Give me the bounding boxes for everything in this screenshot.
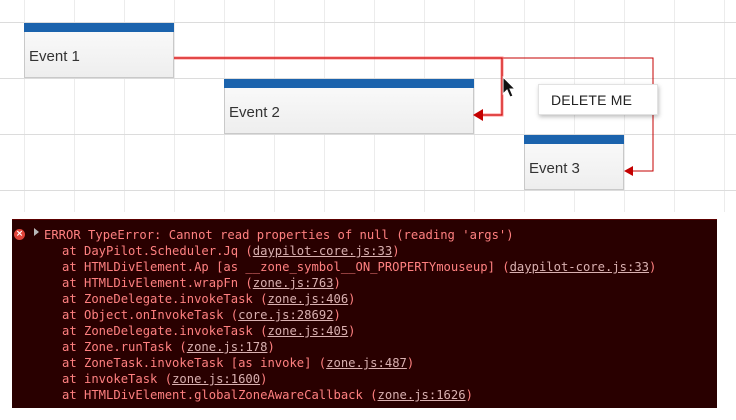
stack-frame-text: at invokeTask ( [62,372,173,386]
console-error-panel: × ERROR TypeError: Cannot read propertie… [12,219,717,408]
stack-frame-source-link[interactable]: zone.js:406 [267,292,348,306]
stack-frame: at Object.onInvokeTask (core.js:28692) [62,307,341,323]
stack-frame-text: at Zone.runTask ( [62,340,187,354]
mouse-pointer-icon [502,76,517,98]
stack-frame-text: ) [348,324,356,338]
grid-column-line [674,0,675,212]
stack-frame-text: ) [260,372,268,386]
event-label: Event 2 [229,104,280,121]
event-duration-bar [24,23,174,32]
stack-frame: at DayPilot.Scheduler.Jq (daypilot-core.… [62,243,400,259]
stack-frame-text: at HTMLDivElement.Ap [as __zone_symbol__… [62,260,510,274]
stack-frame-text: ) [649,260,657,274]
grid-row-line [0,134,736,135]
stack-frame-text: ) [392,244,400,258]
stack-frame-source-link[interactable]: zone.js:178 [187,340,268,354]
event-2[interactable]: Event 2 [224,79,474,134]
stack-frame-source-link[interactable]: zone.js:1600 [172,372,260,386]
stack-frame: at HTMLDivElement.wrapFn (zone.js:763) [62,275,341,291]
link-context-menu[interactable]: DELETE ME [538,84,658,115]
stack-frame-source-link[interactable]: zone.js:763 [253,276,334,290]
stack-frame: at ZoneDelegate.invokeTask (zone.js:405) [62,323,356,339]
link-arrowhead [624,166,633,176]
event-3[interactable]: Event 3 [524,135,624,190]
event-duration-bar [224,79,474,88]
stack-frame-text: at HTMLDivElement.globalZoneAwareCallbac… [62,388,378,402]
expand-triangle-icon[interactable] [34,228,39,236]
stack-frame-text: at HTMLDivElement.wrapFn ( [62,276,253,290]
stack-frame-text: ) [267,340,275,354]
stack-frame-source-link[interactable]: daypilot-core.js:33 [253,244,392,258]
stack-frame: at invokeTask (zone.js:1600) [62,371,267,387]
stack-frame-text: ) [333,308,341,322]
stack-frame-text: ) [465,388,473,402]
stack-frame-source-link[interactable]: daypilot-core.js:33 [510,260,649,274]
stack-frame-source-link[interactable]: zone.js:1626 [378,388,466,402]
event-label: Event 1 [29,48,80,65]
error-circle-icon: × [14,229,25,240]
stack-frame-text: at ZoneDelegate.invokeTask ( [62,292,268,306]
stack-frame-text: ) [406,356,415,370]
event-label: Event 3 [529,160,580,177]
stack-frame-text: at DayPilot.Scheduler.Jq ( [62,244,253,258]
stack-frame: at ZoneTask.invokeTask [as invoke] (zone… [62,355,414,371]
event-duration-bar [524,135,624,144]
event-1[interactable]: Event 1 [24,23,174,78]
stack-frame: at HTMLDivElement.Ap [as __zone_symbol__… [62,259,656,275]
stack-frame-text: at Object.onInvokeTask ( [62,308,239,322]
error-message: ERROR TypeError: Cannot read properties … [44,228,514,242]
grid-column-line [724,0,725,212]
stack-frame: at ZoneDelegate.invokeTask (zone.js:406) [62,291,356,307]
stack-frame: at HTMLDivElement.globalZoneAwareCallbac… [62,387,473,403]
grid-row-line [0,190,736,191]
stack-frame: at Zone.runTask (zone.js:178) [62,339,275,355]
stack-frame-source-link[interactable]: zone.js:405 [267,324,348,338]
stack-frame-source-link[interactable]: zone.js:487 [326,356,407,370]
stack-frame-text: at ZoneTask.invokeTask [as invoke] ( [62,356,327,370]
grid-column-line [474,0,475,212]
stack-frame-text: ) [348,292,356,306]
stack-frame-source-link[interactable]: core.js:28692 [238,308,333,322]
grid-column-line [174,0,175,212]
scheduler-grid[interactable]: Event 1 Event 2 Event 3 DELETE ME [0,0,736,212]
menu-item-delete[interactable]: DELETE ME [551,92,632,108]
stack-frame-text: at ZoneDelegate.invokeTask ( [62,324,268,338]
stack-frame-text: ) [333,276,341,290]
